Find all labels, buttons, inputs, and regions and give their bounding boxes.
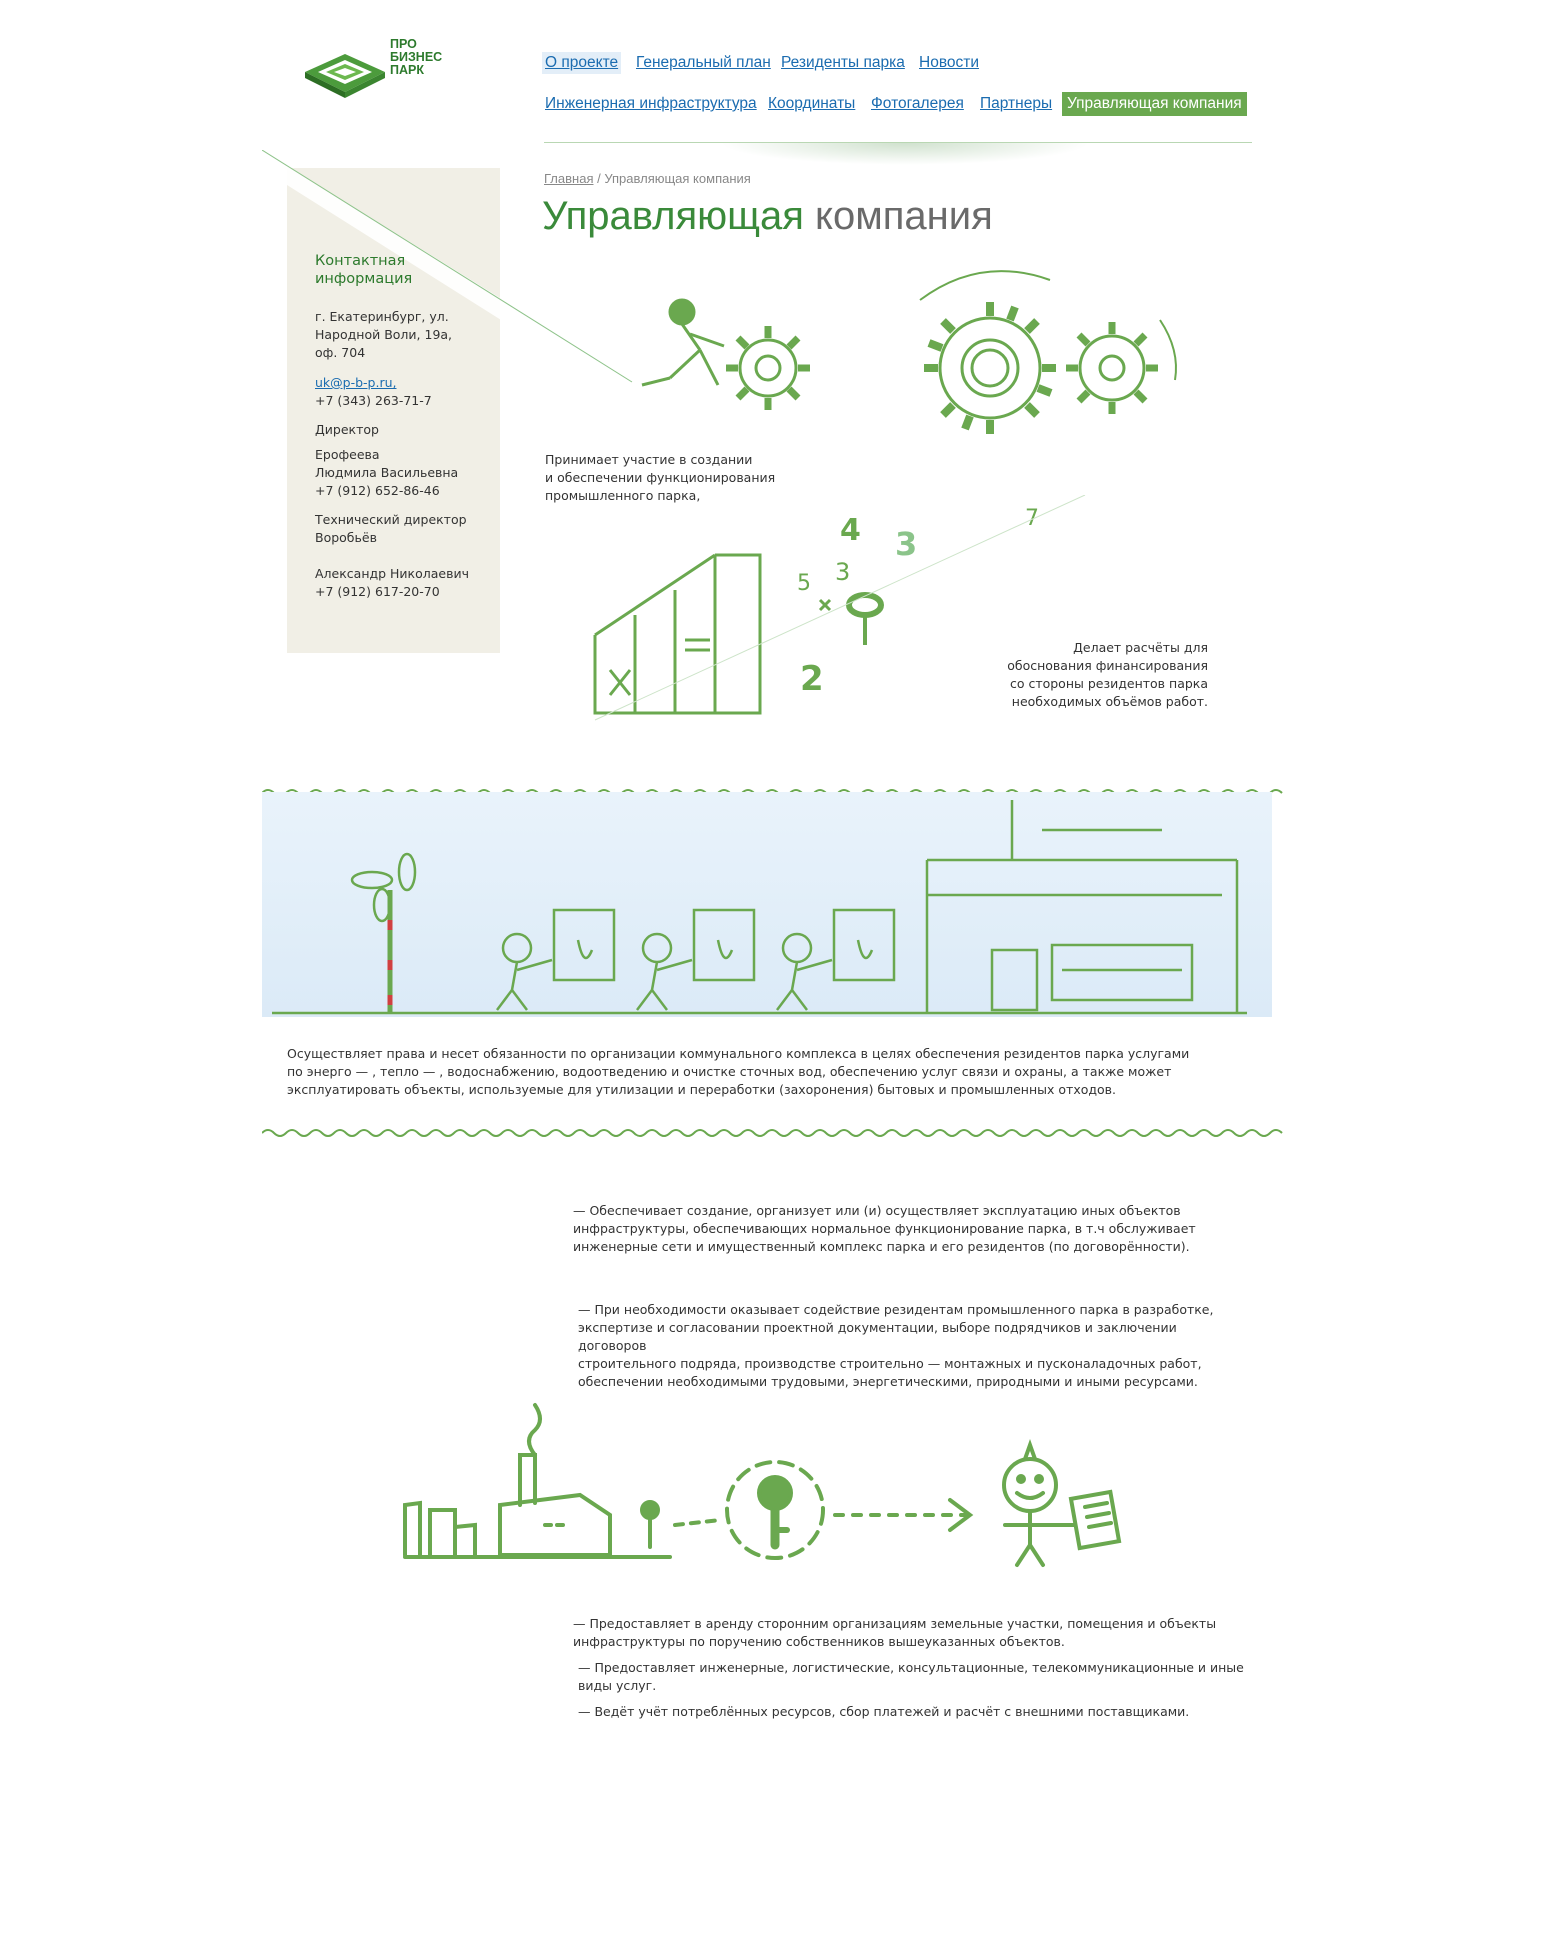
doodle-number: 7 — [1025, 506, 1039, 531]
calculations-line2: обоснования финансирования — [1007, 658, 1208, 673]
page-title-part2: компания — [803, 194, 993, 238]
big-gear-icon — [924, 302, 1056, 434]
main-paragraph-line2: по энерго — , тепло — , водоснабжению, в… — [287, 1064, 1172, 1079]
director-name-line1: Ерофеева — [315, 447, 380, 462]
gear-icon — [726, 326, 810, 410]
factory-building-icon — [925, 800, 1239, 1012]
list4-line2: виды услуг. — [578, 1678, 657, 1693]
nav-item-gallery[interactable]: Фотогалерея — [871, 95, 964, 113]
calculations-text: Делает расчёты для обоснования финансиро… — [938, 639, 1208, 711]
main-paragraph: Осуществляет права и несет обязанности п… — [287, 1045, 1189, 1099]
main-paragraph-line3: эксплуатировать объекты, используемые дл… — [287, 1082, 1116, 1097]
worker-carrying-box-icon — [776, 908, 896, 1011]
doodle-number: 4 — [840, 513, 861, 548]
calculations-line3: со стороны резидентов парка — [1009, 676, 1208, 691]
list5-line1: — Ведёт учёт потреблённых ресурсов, сбор… — [578, 1704, 1190, 1719]
nav-item-general-plan[interactable]: Генеральный план — [636, 54, 771, 72]
worker-figure-icon — [641, 298, 725, 387]
worker-carrying-box-icon — [636, 908, 756, 1011]
nav-item-news[interactable]: Новости — [919, 54, 979, 72]
list3-line1: — Предоставляет в аренду сторонним орган… — [573, 1616, 1217, 1631]
contact-heading: Контактная информация — [315, 252, 412, 288]
list2-line4: строительного подряда, производстве стро… — [578, 1356, 1202, 1371]
wind-turbine-icon — [350, 852, 417, 1012]
nav-item-management[interactable]: Управляющая компания — [1062, 92, 1247, 116]
key-icon — [725, 1460, 825, 1560]
director-title: Директор — [315, 422, 379, 437]
tech-title-line2: Воробьёв — [315, 530, 377, 545]
tech-name-block: Александр Николаевич +7 (912) 617-20-70 — [315, 565, 469, 601]
calculations-line1: Делает расчёты для — [1073, 640, 1208, 655]
list-item: — Обеспечивает создание, организует или … — [573, 1202, 1196, 1256]
logo-line3: ПАРК — [390, 63, 424, 77]
list-item: — Предоставляет в аренду сторонним орган… — [573, 1615, 1216, 1651]
gear-icon — [1066, 322, 1158, 414]
tech-director-block: Технический директор Воробьёв — [315, 511, 467, 547]
utilities-illustration — [272, 800, 1247, 1015]
calculations-line4: необходимых объёмов работ. — [1011, 694, 1208, 709]
main-paragraph-line1: Осуществляет права и несет обязанности п… — [287, 1046, 1190, 1061]
tech-phone: +7 (912) 617-20-70 — [315, 584, 440, 599]
list-item: — Предоставляет инженерные, логистически… — [578, 1659, 1244, 1695]
nav-item-about[interactable]: О проекте — [542, 52, 622, 74]
email-link[interactable]: uk@p-b-p.ru, — [315, 375, 397, 390]
list4-line1: — Предоставляет инженерные, логистически… — [578, 1660, 1244, 1675]
director-name-line2: Людмила Васильевна — [315, 465, 459, 480]
page-title: Управляющая компания — [542, 194, 993, 239]
doodle-number: 3 — [895, 525, 917, 563]
document-icon — [1068, 1489, 1122, 1551]
nav-item-coordinates[interactable]: Координаты — [768, 95, 855, 113]
contact-address: г. Екатеринбург, ул. Народной Воли, 19а,… — [315, 308, 452, 362]
contact-heading-line1: Контактная — [315, 253, 406, 269]
participation-line2: и обеспечении функционирования — [545, 470, 776, 485]
list2-line1: — При необходимости оказывает содействие… — [578, 1302, 1214, 1317]
handover-illustration — [403, 1403, 1122, 1567]
factory-icon — [403, 1403, 672, 1559]
logo-text: ПРО БИЗНЕС ПАРК — [390, 38, 442, 77]
breadcrumb-home[interactable]: Главная — [544, 171, 593, 186]
nav-item-infrastructure[interactable]: Инженерная инфраструктура — [545, 95, 757, 113]
tech-title-line1: Технический директор — [315, 512, 467, 527]
worker-carrying-box-icon — [496, 908, 616, 1011]
list2-line2: экспертизе и согласовании проектной доку… — [578, 1320, 1177, 1335]
list1-line2: инфраструктуры, обеспечивающих нормально… — [573, 1221, 1196, 1236]
address-line1: г. Екатеринбург, ул. — [315, 309, 449, 324]
director-block: Ерофеева Людмила Васильевна +7 (912) 652… — [315, 446, 458, 500]
breadcrumb-separator: / — [593, 171, 605, 186]
doodle-number: 2 — [800, 659, 824, 699]
breadcrumb-current: Управляющая компания — [604, 171, 751, 186]
list1-line3: инженерные сети и имущественный комплекс… — [573, 1239, 1190, 1254]
happy-person-icon — [1002, 1439, 1077, 1567]
tech-name: Александр Николаевич — [315, 566, 469, 581]
breadcrumb: Главная / Управляющая компания — [544, 171, 751, 186]
address-line2: Народной Воли, 19а, — [315, 327, 453, 342]
page-title-part1: Управляющая — [542, 194, 804, 238]
doodle-number: 5 — [797, 571, 811, 596]
nav-shadow — [720, 143, 1090, 165]
participation-line1: Принимает участие в создании — [545, 452, 753, 467]
list-item: — Ведёт учёт потреблённых ресурсов, сбор… — [578, 1703, 1189, 1721]
director-phone: +7 (912) 652-86-46 — [315, 483, 440, 498]
contact-email-phone: uk@p-b-p.ru, +7 (343) 263-71-7 — [315, 374, 432, 410]
nav-item-residents[interactable]: Резиденты парка — [781, 54, 905, 72]
wave-divider — [262, 1129, 1283, 1137]
gears-illustration — [641, 270, 1177, 434]
address-line3: оф. 704 — [315, 345, 366, 360]
contact-phone: +7 (343) 263-71-7 — [315, 393, 432, 408]
contact-heading-line2: информация — [315, 271, 413, 287]
list3-line2: инфраструктуры по поручению собственнико… — [573, 1634, 1065, 1649]
doodle-number: 3 — [835, 558, 850, 586]
list1-line1: — Обеспечивает создание, организует или … — [573, 1203, 1181, 1218]
nav-item-partners[interactable]: Партнеры — [980, 95, 1052, 113]
list2-line3: договоров — [578, 1338, 647, 1353]
